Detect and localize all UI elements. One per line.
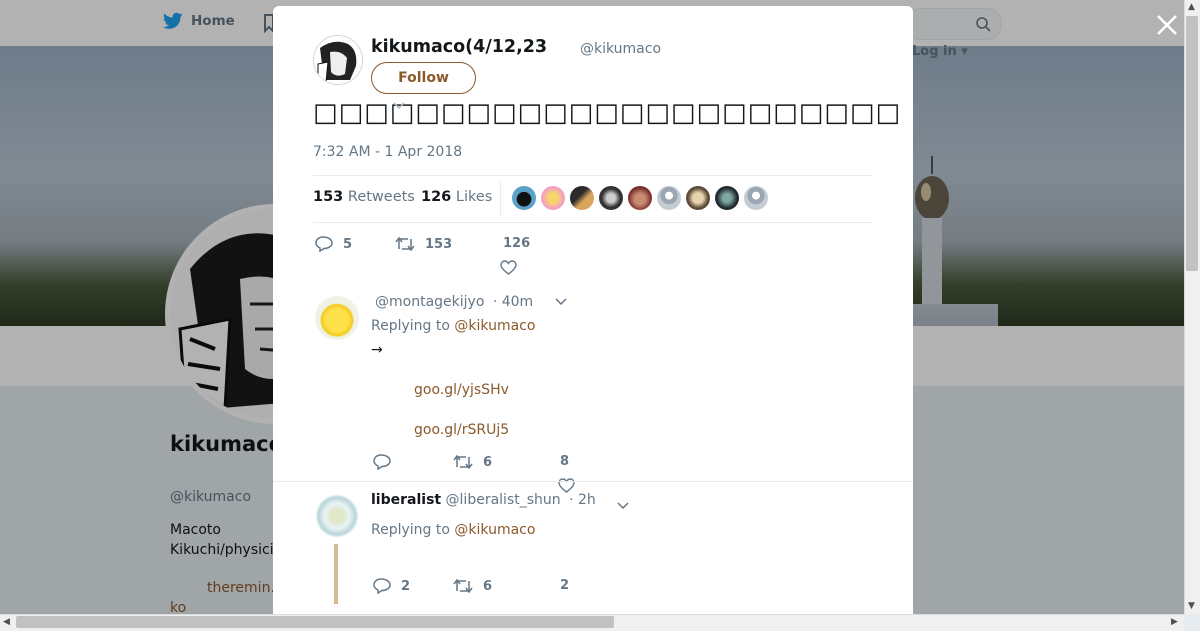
- liker-avatar[interactable]: [599, 186, 623, 210]
- vertical-scrollbar-thumb[interactable]: [1186, 16, 1198, 271]
- like-count: 126: [503, 236, 531, 251]
- liker-avatar[interactable]: [628, 186, 652, 210]
- reply-header: @montagekijyo · 40m: [375, 294, 533, 310]
- follow-button[interactable]: Follow: [371, 62, 476, 94]
- reply-author-name[interactable]: liberalist: [371, 492, 441, 508]
- like-action[interactable]: 126: [503, 236, 530, 251]
- like-count: 2: [560, 578, 570, 593]
- replying-to: Replying to @kikumaco: [371, 318, 535, 334]
- liker-avatar[interactable]: [686, 186, 710, 210]
- reply-handle[interactable]: @liberalist_shun: [446, 492, 561, 508]
- reply-link[interactable]: goo.gl/yjsSHv: [414, 382, 509, 398]
- reply-tweet[interactable]: liberalist @liberalist_shun · 2h Replyin…: [273, 482, 913, 614]
- thread-connector-line: [334, 544, 338, 604]
- reply-text: →: [371, 342, 383, 358]
- reply-avatar[interactable]: [315, 296, 359, 340]
- author-avatar[interactable]: [313, 35, 363, 85]
- replying-to-label: Replying to: [371, 318, 450, 334]
- tweet-stats-row: 153 Retweets 126 Likes: [313, 175, 873, 223]
- retweets-label: Retweets: [347, 189, 415, 205]
- liker-avatars: [512, 186, 768, 210]
- reply-action[interactable]: 2: [373, 578, 410, 594]
- retweet-icon: [395, 236, 415, 252]
- author-avatar-artwork-icon: [314, 36, 362, 84]
- reply-action[interactable]: [373, 454, 391, 470]
- reply-icon: [315, 236, 333, 252]
- replying-to-handle[interactable]: @kikumaco: [454, 522, 535, 538]
- reply-tweet[interactable]: @montagekijyo · 40m Replying to @kikumac…: [273, 286, 913, 493]
- liker-avatar[interactable]: [570, 186, 594, 210]
- scroll-down-arrow-icon[interactable]: ▼: [1188, 601, 1195, 611]
- chevron-down-icon[interactable]: [555, 298, 567, 306]
- likes-label: Likes: [455, 189, 493, 205]
- retweet-count: 6: [483, 454, 493, 470]
- reply-count: 5: [343, 236, 353, 252]
- stats-divider: [500, 182, 501, 216]
- retweet-action[interactable]: 153: [395, 236, 452, 252]
- reply-action[interactable]: 5: [315, 236, 352, 252]
- scroll-left-arrow-icon[interactable]: ◀: [3, 617, 10, 627]
- liker-avatar[interactable]: [744, 186, 768, 210]
- retweet-count: 6: [483, 578, 493, 594]
- retweets-stat[interactable]: 153 Retweets: [313, 189, 415, 205]
- author-handle[interactable]: @kikumaco: [580, 41, 661, 57]
- liker-avatar[interactable]: [512, 186, 536, 210]
- scroll-up-arrow-icon[interactable]: ▲: [1188, 2, 1195, 12]
- liker-avatar[interactable]: [541, 186, 565, 210]
- like-count: 8: [560, 454, 570, 469]
- retweet-count: 153: [425, 236, 453, 252]
- replying-to-handle[interactable]: @kikumaco: [454, 318, 535, 334]
- retweet-action[interactable]: 6: [453, 578, 492, 594]
- reply-icon: [373, 454, 391, 470]
- tweet-timestamp[interactable]: 7:32 AM - 1 Apr 2018: [313, 144, 462, 160]
- likes-stat[interactable]: 126 Likes: [421, 189, 492, 205]
- tweet-permalink-modal: kikumaco(4/12,23 @kikumaco Follow □□□□□□…: [273, 6, 913, 614]
- heart-icon[interactable]: [500, 260, 517, 275]
- reply-avatar[interactable]: [315, 494, 359, 538]
- scroll-right-arrow-icon[interactable]: ▶: [1171, 617, 1178, 627]
- replying-to-label: Replying to: [371, 522, 450, 538]
- chevron-down-icon[interactable]: [617, 502, 629, 510]
- reply-time[interactable]: · 40m: [493, 294, 533, 310]
- reply-header: liberalist @liberalist_shun · 2h: [371, 492, 596, 508]
- likes-count: 126: [421, 189, 452, 205]
- reply-link[interactable]: goo.gl/rSRUj5: [414, 422, 509, 438]
- reply-count: 2: [401, 578, 411, 594]
- like-action[interactable]: 2: [560, 578, 569, 593]
- retweet-icon: [453, 454, 473, 470]
- reply-time[interactable]: · 2h: [569, 492, 596, 508]
- reply-icon: [373, 578, 391, 594]
- chevron-down-icon[interactable]: [393, 102, 405, 110]
- retweet-action[interactable]: 6: [453, 454, 492, 470]
- liker-avatar[interactable]: [657, 186, 681, 210]
- author-name[interactable]: kikumaco(4/12,23: [371, 37, 547, 57]
- liker-avatar[interactable]: [715, 186, 739, 210]
- horizontal-scrollbar-thumb[interactable]: [16, 616, 614, 628]
- retweet-icon: [453, 578, 473, 594]
- reply-handle[interactable]: @montagekijyo: [375, 294, 484, 310]
- replying-to: Replying to @kikumaco: [371, 522, 535, 538]
- retweets-count: 153: [313, 189, 344, 205]
- like-action[interactable]: 8: [560, 454, 569, 469]
- close-icon[interactable]: [1154, 12, 1180, 38]
